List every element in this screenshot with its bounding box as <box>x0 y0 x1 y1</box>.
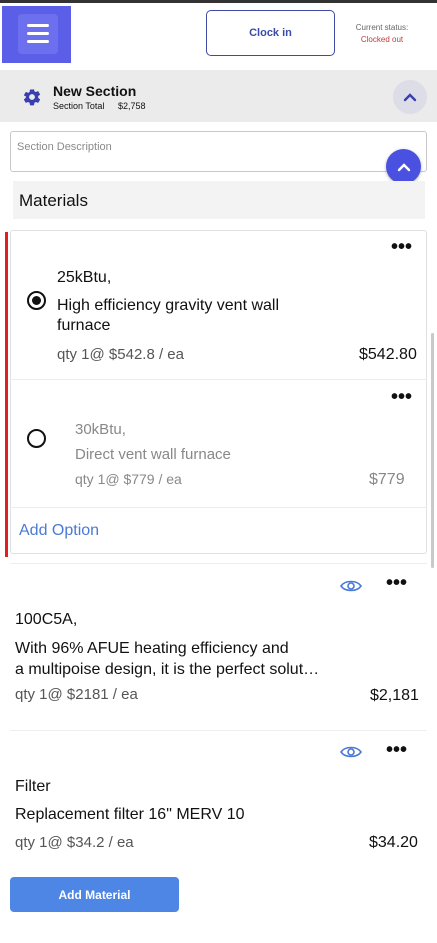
item-1-more-icon[interactable]: ••• <box>386 573 407 593</box>
item-1-name: 100C5A, <box>15 611 78 628</box>
option-2-radio[interactable] <box>27 429 46 448</box>
section-title: New Section <box>53 83 137 99</box>
section-total-value: $2,758 <box>118 101 146 111</box>
status-value: Clocked out <box>360 35 404 44</box>
add-option-link[interactable]: Add Option <box>19 522 99 540</box>
item-1-qty: qty 1@ $2181 / ea <box>15 686 138 703</box>
option-2-price: $779 <box>369 471 405 488</box>
item-1-description-line2: a multipoise design, it is the perfect s… <box>15 661 320 678</box>
option-2-qty: qty 1@ $779 / ea <box>75 471 182 487</box>
eye-icon[interactable] <box>340 579 362 593</box>
menu-button[interactable] <box>2 6 71 63</box>
option-group-marker <box>5 232 8 557</box>
item-2-price: $34.20 <box>369 834 418 851</box>
chevron-up-icon <box>403 93 417 102</box>
scroll-to-top-button[interactable] <box>386 149 421 184</box>
option-1-radio[interactable] <box>27 291 46 310</box>
option-2-name: 30kBtu, <box>75 421 126 438</box>
section-description-field[interactable]: Section Description <box>10 131 427 172</box>
chevron-up-icon <box>397 162 410 171</box>
divider <box>10 379 427 380</box>
divider <box>10 730 427 731</box>
option-2-description: Direct vent wall furnace <box>75 446 231 463</box>
option-2-more-icon[interactable]: ••• <box>391 387 412 407</box>
option-1-qty: qty 1@ $542.8 / ea <box>57 346 184 363</box>
divider <box>10 563 427 564</box>
item-1-price: $2,181 <box>370 687 419 704</box>
materials-header: Materials <box>13 181 425 219</box>
eye-icon[interactable] <box>340 745 362 759</box>
materials-title: Materials <box>19 191 88 210</box>
section-description-placeholder: Section Description <box>17 141 112 153</box>
hamburger-icon <box>18 14 58 54</box>
option-1-price: $542.80 <box>359 346 417 363</box>
section-total-label: Section Total <box>53 101 105 111</box>
divider <box>10 507 427 508</box>
option-1-name: 25kBtu, <box>57 269 112 286</box>
section-header: New Section Section Total $2,758 <box>0 70 437 122</box>
add-material-button[interactable]: Add Material <box>10 877 179 912</box>
item-2-qty: qty 1@ $34.2 / ea <box>15 834 134 851</box>
app-header: Clock in Current status: Clocked out <box>0 0 437 63</box>
option-1-description-line1: High efficiency gravity vent wall <box>57 297 280 314</box>
collapse-section-button[interactable] <box>393 80 427 114</box>
item-2-name: Filter <box>15 778 51 795</box>
status-label: Current status: <box>355 23 409 32</box>
item-2-more-icon[interactable]: ••• <box>386 740 407 760</box>
scrollbar[interactable] <box>431 333 434 568</box>
gear-icon[interactable] <box>22 87 42 107</box>
item-2-description: Replacement filter 16" MERV 10 <box>15 806 245 823</box>
option-1-more-icon[interactable]: ••• <box>391 237 412 257</box>
option-1-description-line2: furnace <box>57 317 111 334</box>
clock-in-button[interactable]: Clock in <box>206 10 335 56</box>
item-1-description-line1: With 96% AFUE heating efficiency and <box>15 640 289 657</box>
